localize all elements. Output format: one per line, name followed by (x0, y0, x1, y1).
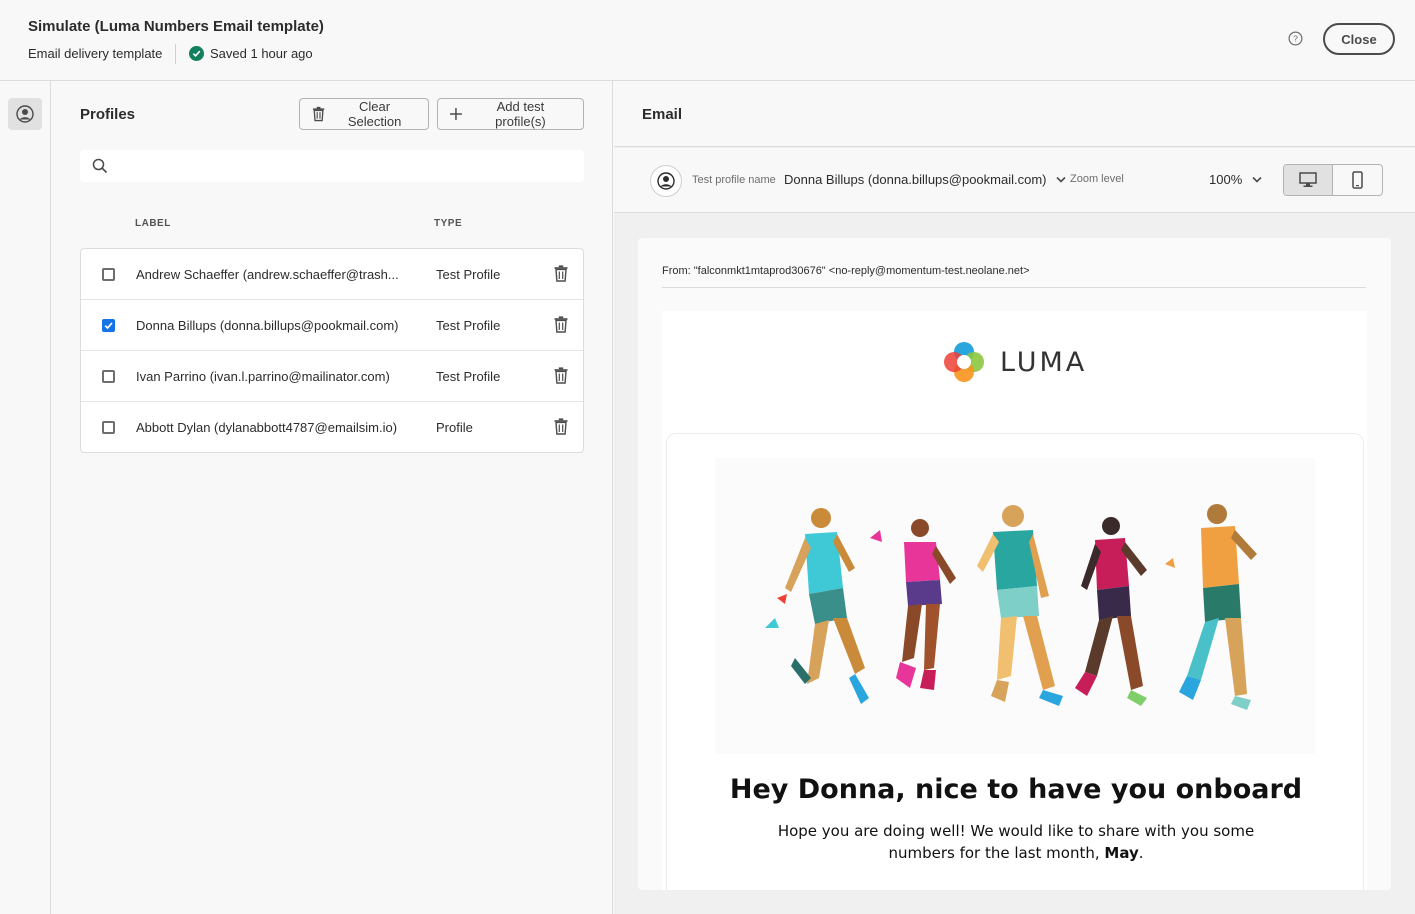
profile-search (80, 150, 584, 182)
left-rail (0, 81, 51, 914)
delete-icon[interactable] (554, 265, 568, 282)
close-button[interactable]: Close (1323, 23, 1395, 55)
body-text-month: May (1104, 844, 1139, 862)
divider (175, 44, 176, 64)
email-toolbar: Test profile name Donna Billups (donna.b… (614, 148, 1415, 213)
profile-label: Ivan Parrino (ivan.l.parrino@mailinator.… (136, 369, 390, 384)
table-row[interactable]: Donna Billups (donna.billups@pookmail.co… (81, 300, 583, 351)
profiles-title: Profiles (80, 106, 136, 123)
save-status: Saved 1 hour ago (189, 46, 313, 61)
row-checkbox[interactable] (102, 268, 115, 281)
profile-type: Test Profile (436, 267, 501, 282)
table-row[interactable]: Andrew Schaeffer (andrew.schaeffer@trash… (81, 249, 583, 300)
row-checkbox[interactable] (102, 319, 115, 332)
delete-icon[interactable] (554, 418, 568, 435)
runners-image (715, 458, 1315, 754)
profile-label: Donna Billups (donna.billups@pookmail.co… (136, 318, 399, 333)
logo-text: LUMA (1000, 346, 1088, 378)
runners-illustration (765, 504, 1257, 710)
email-body-text: Hope you are doing well! We would like t… (777, 820, 1255, 864)
table-row[interactable]: Ivan Parrino (ivan.l.parrino@mailinator.… (81, 351, 583, 402)
table-row[interactable]: Abbott Dylan (dylanabbott4787@emailsim.i… (81, 402, 583, 453)
profiles-table: Andrew Schaeffer (andrew.schaeffer@trash… (80, 248, 584, 453)
svg-text:?: ? (1293, 34, 1298, 44)
profiles-rail-button[interactable] (8, 98, 42, 130)
clear-selection-button[interactable]: Clear Selection (299, 98, 429, 130)
device-view-toggle (1283, 164, 1383, 196)
header: Simulate (Luma Numbers Email template) E… (0, 0, 1415, 81)
chevron-down-icon (1056, 176, 1066, 183)
test-profile-dropdown[interactable]: Zoom level (1056, 173, 1124, 185)
email-headline: Hey Donna, nice to have you onboard (729, 774, 1303, 805)
profiles-panel: Profiles Clear Selection Add test profil… (52, 81, 613, 914)
profile-label: Abbott Dylan (dylanabbott4787@emailsim.i… (136, 420, 398, 435)
luma-logo: LUMA (942, 340, 1087, 384)
search-input[interactable] (116, 150, 576, 182)
desktop-view-button[interactable] (1284, 165, 1334, 195)
zoom-level-value: 100% (1209, 172, 1243, 187)
mobile-view-button[interactable] (1333, 165, 1382, 195)
plus-icon (450, 108, 462, 120)
checkmark-icon (104, 322, 113, 330)
body-text-1: Hope you are doing well! We would like t… (777, 822, 1255, 862)
delete-icon[interactable] (554, 367, 568, 384)
trash-icon (312, 106, 325, 122)
email-panel: Email Test profile name Donna Billups (d… (614, 81, 1415, 914)
profile-type: Test Profile (436, 369, 501, 384)
luma-logo-icon (944, 342, 984, 382)
from-line: From: "falconmkt1mtaprod30676" <no-reply… (662, 265, 1030, 277)
add-test-profile-label: Add test profile(s) (495, 99, 546, 129)
test-profile-label: Test profile name (692, 174, 776, 186)
column-header-label: LABEL (135, 218, 171, 229)
email-title: Email (642, 106, 683, 123)
template-type: Email delivery template (28, 46, 163, 61)
mobile-icon (1352, 171, 1363, 189)
row-checkbox[interactable] (102, 421, 115, 434)
divider (662, 287, 1366, 288)
help-icon[interactable]: ? (1288, 31, 1303, 46)
clear-selection-label: Clear Selection (347, 99, 402, 129)
zoom-level-label: Zoom level (1070, 173, 1124, 185)
email-header: Email (614, 81, 1415, 147)
email-card: Hey Donna, nice to have you onboard Hope… (666, 433, 1364, 890)
add-test-profile-button[interactable]: Add test profile(s) (437, 98, 584, 130)
email-body: LUMA Hey Donna, nice to have you onboard… (662, 311, 1367, 890)
delete-icon[interactable] (554, 316, 568, 333)
search-icon (92, 158, 108, 174)
zoom-level-select[interactable]: 100% (1209, 172, 1262, 187)
user-icon (657, 172, 675, 190)
test-profile-value[interactable]: Donna Billups (donna.billups@pookmail.co… (784, 172, 1047, 187)
profile-type: Test Profile (436, 318, 501, 333)
email-preview: From: "falconmkt1mtaprod30676" <no-reply… (638, 238, 1391, 890)
check-circle-icon (189, 46, 204, 61)
user-icon (16, 105, 34, 123)
page-title: Simulate (Luma Numbers Email template) (28, 18, 324, 35)
avatar (650, 165, 682, 197)
chevron-down-icon (1252, 176, 1262, 183)
row-checkbox[interactable] (102, 370, 115, 383)
column-header-type: TYPE (434, 218, 463, 229)
body-text-2: . (1138, 844, 1144, 862)
profile-type: Profile (436, 420, 473, 435)
desktop-icon (1299, 172, 1317, 187)
save-status-text: Saved 1 hour ago (210, 46, 313, 61)
profile-label: Andrew Schaeffer (andrew.schaeffer@trash… (136, 267, 399, 282)
